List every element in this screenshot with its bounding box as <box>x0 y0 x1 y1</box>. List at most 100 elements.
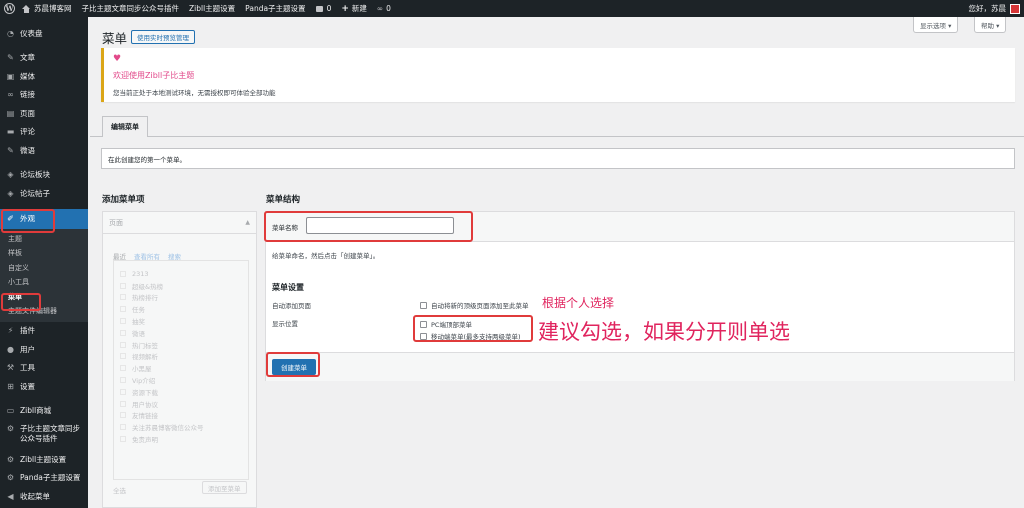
select-all-label[interactable]: 全选 <box>113 485 126 495</box>
menu-forum-boards[interactable]: ◈ 论坛板块 <box>0 166 88 185</box>
page-checkbox[interactable] <box>120 365 126 372</box>
page-checkbox[interactable] <box>120 436 126 443</box>
page-checkbox[interactable] <box>120 306 126 313</box>
page-checkbox[interactable] <box>120 412 126 419</box>
notice-heading: 欢迎使用Zibll子比主题 <box>113 71 195 80</box>
page-checklist-item[interactable]: 超级&热榜 <box>120 280 248 292</box>
page-checklist-item[interactable]: 热门标签 <box>120 339 248 351</box>
page-item-label: 免责声明 <box>132 436 158 445</box>
tab-edit-menus[interactable]: 编辑菜单 <box>102 116 148 137</box>
auto-add-option[interactable]: 自动将新的顶级页面添加至此菜单 <box>420 300 529 310</box>
page-checkbox[interactable] <box>120 424 126 431</box>
appearance-submenu: 主题 样板 自定义 小工具 菜单 主题文件编辑器 <box>0 228 88 322</box>
page-checklist-item[interactable]: 热榜排行 <box>120 292 248 304</box>
menu-comments[interactable]: ▬ 评论 <box>0 123 88 142</box>
menu-wechat-sync-plugin[interactable]: ⚙ 子比主题文章同步公众号插件 <box>0 420 88 450</box>
submenu-menus[interactable]: 菜单 <box>0 290 88 305</box>
menu-structure-panel: 菜单名称 给菜单命名，然后点击「创建菜单」。 菜单设置 自动添加页面 自动将新的… <box>265 211 1015 381</box>
submenu-widgets[interactable]: 小工具 <box>0 275 88 290</box>
add-menu-items-panel: 页面 ▲ 最近 查看所有 搜索 2313 超级&热榜 热榜排行 任务 抽奖 微语 热门标签视… <box>102 211 257 508</box>
menu-name-label: 菜单名称 <box>272 224 298 232</box>
gear-icon: ⚙ <box>6 454 15 464</box>
menu-appearance[interactable]: ✐ 外观 <box>0 208 88 229</box>
page-checklist-item[interactable]: 用户协议 <box>120 398 248 410</box>
page-checkbox[interactable] <box>120 377 126 384</box>
menu-weiyu[interactable]: ✎ 微语 <box>0 141 88 160</box>
menu-panda-settings[interactable]: ⚙ Panda子主题设置 <box>0 469 88 488</box>
media-icon: ▣ <box>6 71 15 81</box>
screen-options-button[interactable]: 显示选项 ▾ <box>913 17 959 33</box>
page-checklist-item[interactable]: 抽奖 <box>120 315 248 327</box>
submenu-theme-editor[interactable]: 主题文件编辑器 <box>0 304 88 319</box>
forum-icon: ◈ <box>7 188 14 198</box>
page-checkbox[interactable] <box>120 270 126 277</box>
menu-zibll-settings[interactable]: ⚙ Zibll主题设置 <box>0 450 88 469</box>
page-checklist-item[interactable]: 小黑屋 <box>120 362 248 374</box>
page-item-label: 任务 <box>132 306 145 315</box>
add-to-menu-button[interactable]: 添加至菜单 <box>202 481 247 494</box>
forum-icon: ◈ <box>7 170 14 180</box>
page-checkbox[interactable] <box>120 400 126 407</box>
page-checklist-item[interactable]: 任务 <box>120 303 248 315</box>
links-link[interactable]: ∞ 0 <box>372 0 396 17</box>
help-button[interactable]: 帮助 ▾ <box>974 17 1007 33</box>
new-content-link[interactable]: + 新建 <box>336 0 372 17</box>
page-checklist-item[interactable]: 友情链接 <box>120 410 248 422</box>
menu-settings[interactable]: ⊞ 设置 <box>0 377 88 396</box>
live-preview-button[interactable]: 使用实时预览管理 <box>131 30 195 44</box>
admin-sidebar: ◔ 仪表盘 ✎ 文章 ▣ 媒体 ∞ 链接 ▤ 页面 ▬ 评论 ✎ 微语 ◈ 论坛板块 ◈ 论坛帖子… <box>0 17 88 508</box>
pages-accordion-header[interactable]: 页面 ▲ <box>103 212 256 234</box>
page-checkbox[interactable] <box>120 388 126 395</box>
dashboard-icon: ◔ <box>7 28 14 38</box>
adminbar-panda-settings-link[interactable]: Panda子主题设置 <box>240 0 310 17</box>
submenu-customize[interactable]: 自定义 <box>0 261 88 276</box>
menu-collapse[interactable]: ◀ 收起菜单 <box>0 487 88 506</box>
page-checklist-item[interactable]: 资源下载 <box>120 386 248 398</box>
page-checklist-item[interactable]: Vip介绍 <box>120 374 248 386</box>
pc-top-menu-checkbox[interactable] <box>420 320 427 328</box>
menu-structure-heading: 菜单结构 <box>266 195 301 205</box>
page-checklist-item[interactable]: 2313 <box>120 268 248 280</box>
menu-zibll-shop[interactable]: ▭ Zibll商城 <box>0 402 88 421</box>
menu-pages[interactable]: ▤ 页面 <box>0 104 88 123</box>
wordpress-logo-button[interactable]: W <box>0 0 17 17</box>
menu-links[interactable]: ∞ 链接 <box>0 86 88 105</box>
page-checkbox[interactable] <box>120 282 126 289</box>
page-item-label: 关注苏晨博客微信公众号 <box>132 424 204 433</box>
page-item-label: Vip介绍 <box>132 377 156 386</box>
page-item-label: 视频解析 <box>132 353 158 362</box>
account-menu[interactable]: 您好，苏晨 <box>969 0 1024 17</box>
menu-tools[interactable]: ⚒ 工具 <box>0 359 88 378</box>
page-item-label: 小黑屋 <box>132 365 152 374</box>
page-checkbox[interactable] <box>120 294 126 301</box>
page-checkbox[interactable] <box>120 353 126 360</box>
menu-users[interactable]: ● 用户 <box>0 340 88 359</box>
adminbar-zibll-settings-link[interactable]: Zibll主题设置 <box>184 0 240 17</box>
menu-name-input[interactable] <box>306 217 454 234</box>
adminbar-plugin-link[interactable]: 子比主题文章同步公众号插件 <box>77 0 185 17</box>
page-checkbox[interactable] <box>120 341 126 348</box>
comments-link[interactable]: 0 <box>311 0 337 17</box>
menu-media[interactable]: ▣ 媒体 <box>0 67 88 86</box>
menu-dashboard[interactable]: ◔ 仪表盘 <box>0 24 88 43</box>
site-name-link[interactable]: 苏晨博客网 <box>17 0 77 17</box>
page-checkbox[interactable] <box>120 329 126 336</box>
user-icon: ● <box>7 344 14 354</box>
page-checklist-item[interactable]: 视频解析 <box>120 351 248 363</box>
menu-plugins[interactable]: ⚡ 插件 <box>0 322 88 341</box>
page-checkbox[interactable] <box>120 318 126 325</box>
menu-posts[interactable]: ✎ 文章 <box>0 49 88 68</box>
auto-add-checkbox[interactable] <box>420 301 427 309</box>
mobile-menu-checkbox[interactable] <box>420 332 427 340</box>
submenu-themes[interactable]: 主题 <box>0 232 88 247</box>
menu-forum-posts[interactable]: ◈ 论坛帖子 <box>0 184 88 203</box>
page-checklist-item[interactable]: 微语 <box>120 327 248 339</box>
page-checklist-item[interactable]: 免责声明 <box>120 433 248 445</box>
settings-icon: ⊞ <box>7 381 14 391</box>
submenu-patterns[interactable]: 样板 <box>0 246 88 261</box>
location-pc-top[interactable]: PC端顶部菜单 <box>420 319 472 329</box>
location-mobile[interactable]: 移动端菜单(最多支持两级菜单) <box>420 331 521 341</box>
arrow-up-icon: ▲ <box>245 219 250 226</box>
create-menu-button[interactable]: 创建菜单 <box>272 359 316 375</box>
page-checklist-item[interactable]: 关注苏晨博客微信公众号 <box>120 421 248 433</box>
